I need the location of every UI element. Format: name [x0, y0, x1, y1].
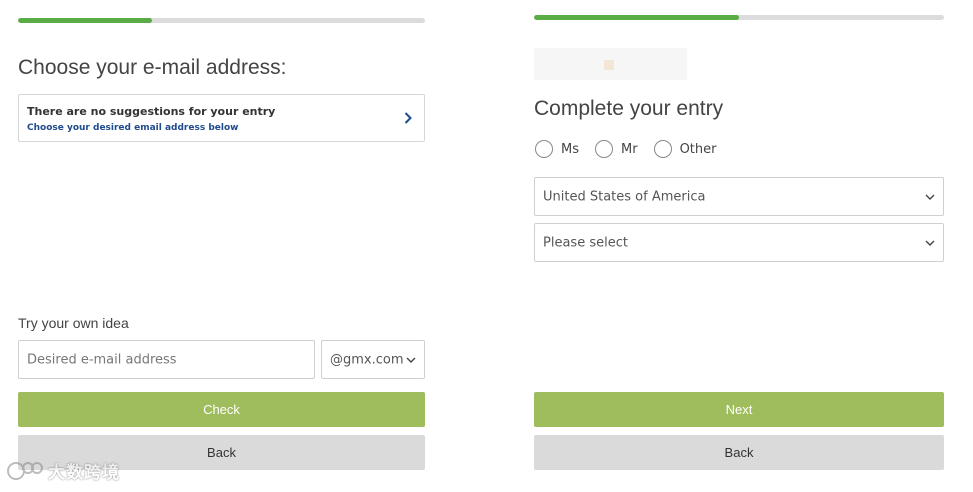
watermark-text: 大数跨境: [48, 463, 120, 483]
blurred-logo: [534, 48, 687, 80]
salutation-other-label: Other: [679, 141, 717, 157]
right-page-title: Complete your entry: [534, 97, 724, 120]
salutation-radio-group: Ms Mr Other: [535, 140, 732, 158]
right-progress-bar: [534, 15, 944, 20]
chevron-down-icon: [925, 194, 935, 200]
check-button[interactable]: Check: [18, 392, 425, 427]
right-progress-fill: [534, 15, 739, 20]
chevron-down-icon: [925, 240, 935, 246]
watermark: 大数跨境: [6, 458, 120, 483]
left-page-title: Choose your e-mail address:: [18, 56, 287, 79]
chevron-down-icon: [406, 357, 416, 363]
salutation-mr-radio[interactable]: Mr: [595, 140, 638, 158]
right-back-button[interactable]: Back: [534, 435, 944, 470]
domain-select[interactable]: @gmx.com: [321, 340, 425, 379]
state-select-value: Please select: [543, 235, 628, 250]
salutation-ms-label: Ms: [561, 141, 579, 157]
blurred-logo-mark: [604, 60, 614, 70]
email-input-placeholder: Desired e-mail address: [27, 352, 177, 367]
own-idea-label: Try your own idea: [18, 315, 129, 331]
suggestion-box[interactable]: There are no suggestions for your entry …: [18, 94, 425, 142]
watermark-logo-icon: [7, 461, 43, 480]
next-button[interactable]: Next: [534, 392, 944, 427]
radio-circle[interactable]: [653, 140, 672, 158]
domain-select-value: @gmx.com: [330, 352, 404, 367]
radio-circle[interactable]: [535, 140, 553, 158]
left-progress-fill: [18, 18, 153, 23]
choose-below-text: Choose your desired email address below: [27, 123, 239, 133]
email-input[interactable]: Desired e-mail address: [18, 340, 315, 379]
country-select-value: United States of America: [543, 189, 706, 204]
country-select[interactable]: United States of America: [534, 177, 944, 216]
radio-circle[interactable]: [595, 140, 613, 158]
chevron-right-icon: [404, 112, 412, 124]
state-select[interactable]: Please select: [534, 223, 944, 262]
salutation-ms-radio[interactable]: Ms: [535, 140, 579, 158]
no-suggestions-text: There are no suggestions for your entry: [27, 105, 276, 118]
salutation-other-radio[interactable]: Other: [653, 140, 717, 158]
left-progress-bar: [18, 18, 425, 23]
salutation-mr-label: Mr: [621, 141, 638, 157]
